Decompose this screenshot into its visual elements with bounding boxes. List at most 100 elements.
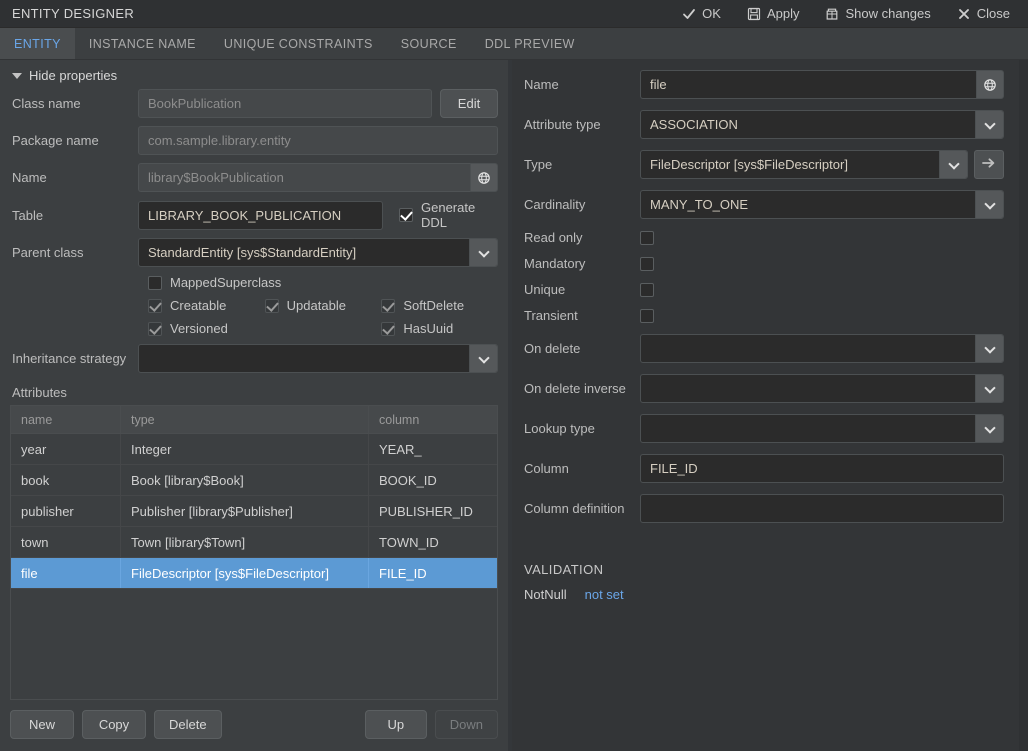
softdelete-row[interactable]: SoftDelete: [381, 298, 498, 313]
generate-ddl-checkbox-row[interactable]: Generate DDL: [399, 200, 498, 230]
inheritance-strategy-row: Inheritance strategy: [10, 344, 498, 373]
table-row-selected[interactable]: file FileDescriptor [sys$FileDescriptor]…: [11, 558, 497, 589]
column-header-name[interactable]: name: [11, 406, 121, 433]
creatable-checkbox[interactable]: [148, 298, 162, 313]
new-attribute-button[interactable]: New: [10, 710, 74, 739]
validation-not-set-link[interactable]: not set: [585, 587, 624, 602]
creatable-row[interactable]: Creatable: [148, 298, 265, 313]
attr-name-localization-button[interactable]: [976, 70, 1004, 99]
column-header-column[interactable]: column: [369, 406, 497, 433]
open-type-button[interactable]: [974, 150, 1004, 179]
diff-icon: [825, 7, 839, 21]
hide-properties-toggle[interactable]: Hide properties: [0, 60, 508, 89]
on-delete-dropdown-button[interactable]: [975, 335, 1003, 362]
chevron-down-icon: [479, 354, 488, 363]
entity-name-field[interactable]: library$BookPublication: [138, 163, 470, 192]
globe-icon: [477, 171, 491, 185]
chevron-down-icon: [985, 384, 994, 393]
ok-button[interactable]: OK: [682, 6, 721, 21]
apply-button[interactable]: Apply: [747, 6, 799, 21]
on-delete-select[interactable]: [640, 334, 1004, 363]
attributes-grid: name type column year Integer YEAR_ book…: [10, 405, 498, 700]
cell-type: Integer: [121, 434, 369, 464]
table-row[interactable]: year Integer YEAR_: [11, 434, 497, 465]
lookup-type-select[interactable]: [640, 414, 1004, 443]
tab-instance-name[interactable]: INSTANCE NAME: [75, 28, 210, 59]
updatable-row[interactable]: Updatable: [264, 298, 382, 313]
parent-class-label: Parent class: [12, 245, 84, 260]
column-definition-field[interactable]: [640, 494, 1004, 523]
attr-name-row: Name file: [518, 70, 1004, 99]
attributes-grid-header: name type column: [11, 406, 497, 434]
move-up-button[interactable]: Up: [364, 710, 427, 739]
tab-source[interactable]: SOURCE: [387, 28, 471, 59]
class-name-field[interactable]: BookPublication: [138, 89, 432, 118]
entity-name-label: Name: [12, 170, 47, 185]
column-header-type[interactable]: type: [121, 406, 369, 433]
delete-attribute-button[interactable]: Delete: [154, 710, 222, 739]
hasuuid-checkbox[interactable]: [381, 321, 396, 336]
generate-ddl-checkbox[interactable]: [399, 208, 413, 222]
lookup-type-dropdown-button[interactable]: [975, 415, 1003, 442]
hasuuid-row[interactable]: HasUuid: [381, 321, 498, 336]
flags-line-1: MappedSuperclass: [148, 275, 498, 290]
transient-checkbox[interactable]: [640, 308, 654, 323]
table-row-field: Table LIBRARY_BOOK_PUBLICATION Generate …: [10, 200, 498, 230]
table-row[interactable]: book Book [library$Book] BOOK_ID: [11, 465, 497, 496]
on-delete-inverse-label: On delete inverse: [524, 381, 626, 396]
cardinality-dropdown-button[interactable]: [975, 191, 1003, 218]
show-changes-button[interactable]: Show changes: [825, 6, 931, 21]
cardinality-value: MANY_TO_ONE: [650, 197, 749, 212]
on-delete-inverse-select[interactable]: [640, 374, 1004, 403]
mandatory-row: Mandatory: [518, 256, 1004, 271]
tab-ddl-preview[interactable]: DDL PREVIEW: [471, 28, 589, 59]
inheritance-strategy-dropdown-button[interactable]: [469, 345, 497, 372]
tab-unique-constraints[interactable]: UNIQUE CONSTRAINTS: [210, 28, 387, 59]
attr-name-field[interactable]: file: [640, 70, 976, 99]
creatable-label: Creatable: [170, 298, 227, 313]
parent-class-select[interactable]: StandardEntity [sys$StandardEntity]: [138, 238, 498, 267]
right-pane-scrollbar[interactable]: [1019, 60, 1028, 751]
attribute-type-select[interactable]: ASSOCIATION: [640, 110, 1004, 139]
unique-checkbox[interactable]: [640, 282, 654, 297]
inheritance-strategy-select[interactable]: [138, 344, 498, 373]
class-name-row: Class name BookPublication Edit: [10, 89, 498, 118]
save-icon: [747, 7, 761, 21]
mapped-superclass-checkbox[interactable]: [148, 275, 162, 290]
cardinality-label: Cardinality: [524, 197, 586, 212]
versioned-checkbox[interactable]: [148, 321, 162, 336]
chevron-down-icon: [985, 344, 994, 353]
column-field[interactable]: FILE_ID: [640, 454, 1004, 483]
type-dropdown-button[interactable]: [939, 151, 967, 178]
entity-name-localization-button[interactable]: [470, 163, 498, 192]
edit-class-name-button[interactable]: Edit: [440, 89, 498, 118]
inheritance-strategy-label: Inheritance strategy: [12, 351, 127, 366]
tab-source-label: SOURCE: [400, 36, 457, 51]
attribute-type-dropdown-button[interactable]: [975, 111, 1003, 138]
package-name-label: Package name: [12, 133, 99, 148]
close-button[interactable]: Close: [957, 6, 1010, 21]
tab-entity[interactable]: ENTITY: [0, 28, 75, 59]
on-delete-inverse-dropdown-button[interactable]: [975, 375, 1003, 402]
versioned-row[interactable]: Versioned: [148, 321, 265, 336]
table-row[interactable]: publisher Publisher [library$Publisher] …: [11, 496, 497, 527]
mandatory-checkbox[interactable]: [640, 256, 654, 271]
attribute-type-row: Attribute type ASSOCIATION: [518, 110, 1004, 139]
copy-attribute-button[interactable]: Copy: [82, 710, 146, 739]
table-label: Table: [12, 207, 44, 223]
type-select[interactable]: FileDescriptor [sys$FileDescriptor]: [640, 150, 968, 179]
package-name-field[interactable]: com.sample.library.entity: [138, 126, 498, 155]
move-down-button: Down: [434, 710, 498, 739]
validation-section-title: VALIDATION: [524, 562, 604, 577]
read-only-row: Read only: [518, 230, 1004, 245]
table-field[interactable]: LIBRARY_BOOK_PUBLICATION: [138, 200, 383, 230]
table-row[interactable]: town Town [library$Town] TOWN_ID: [11, 527, 497, 558]
parent-class-dropdown-button[interactable]: [469, 239, 497, 266]
cardinality-select[interactable]: MANY_TO_ONE: [640, 190, 1004, 219]
mapped-superclass-row[interactable]: MappedSuperclass: [148, 275, 281, 290]
cell-column: PUBLISHER_ID: [379, 503, 473, 519]
updatable-checkbox[interactable]: [264, 298, 279, 313]
cell-name: book: [11, 465, 121, 495]
softdelete-checkbox[interactable]: [381, 298, 396, 313]
read-only-checkbox[interactable]: [640, 230, 654, 245]
